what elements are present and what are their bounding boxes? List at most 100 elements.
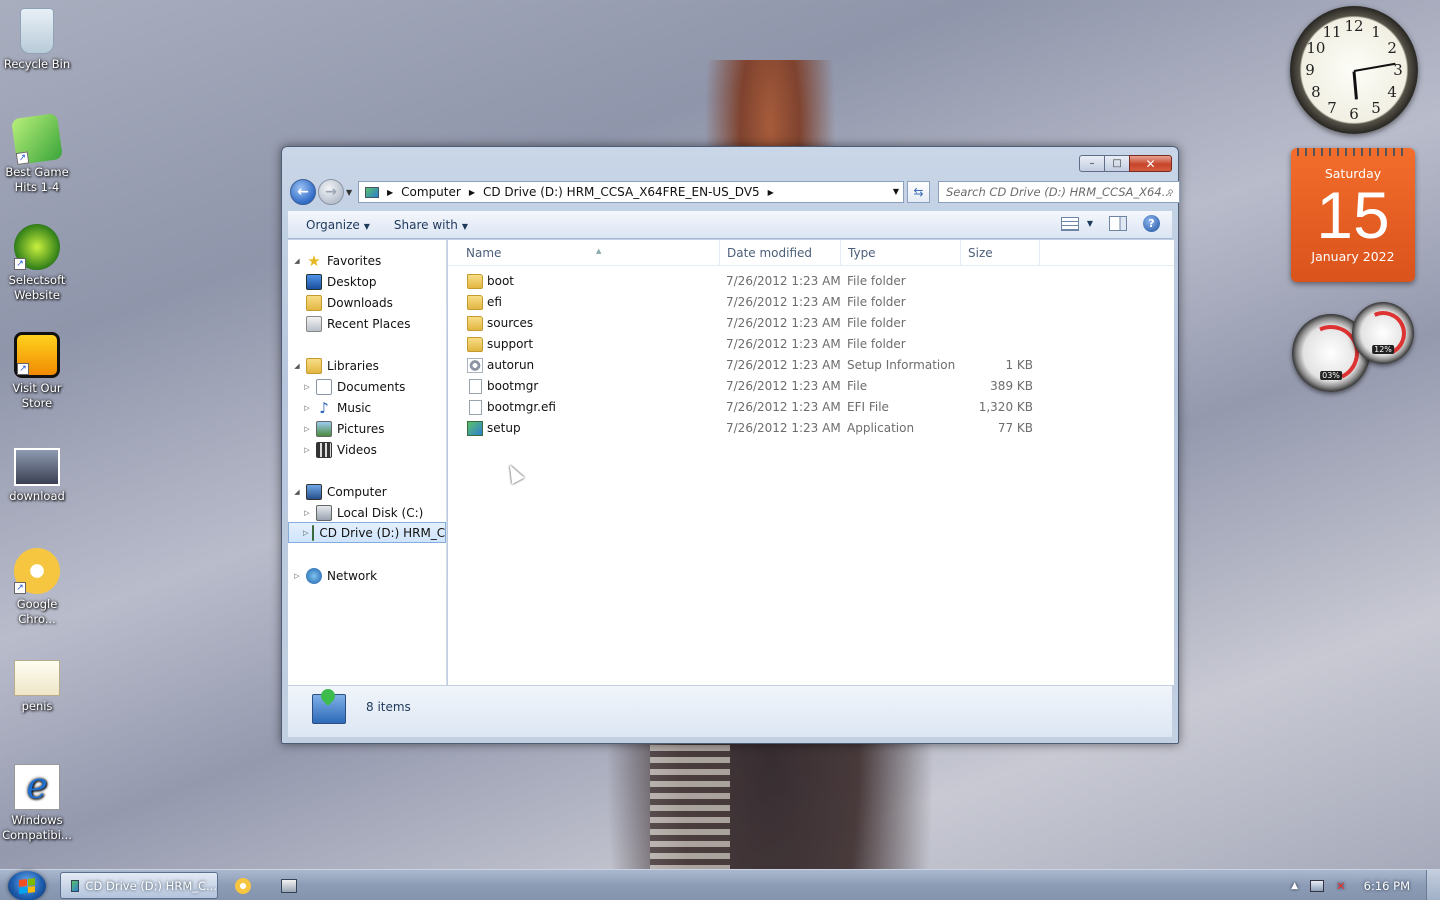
desktop-icon-label: penis — [21, 699, 53, 713]
expand-arrow-icon[interactable]: ▷ — [303, 529, 308, 537]
tree-network[interactable]: ▷ Network — [292, 565, 377, 586]
memory-meter-gadget[interactable]: 12% — [1352, 302, 1414, 364]
minimize-button[interactable]: – — [1079, 155, 1105, 172]
calendar-day: 15 — [1316, 178, 1390, 252]
desktop-icon-visit-store[interactable]: ↗ Visit Our Store — [0, 332, 74, 411]
help-button[interactable]: ? — [1143, 215, 1160, 232]
recent-pages-dropdown[interactable]: ▼ — [346, 188, 352, 197]
taskbar-button-chrome[interactable] — [226, 872, 262, 899]
file-row[interactable]: support 7/26/2012 1:23 AM File folder — [448, 334, 1038, 355]
file-row[interactable]: efi 7/26/2012 1:23 AM File folder — [448, 292, 1038, 313]
calendar-gadget[interactable]: Saturday 15 January 2022 — [1291, 148, 1415, 282]
tree-computer[interactable]: ◢ Computer — [292, 481, 387, 502]
preview-pane-button[interactable] — [1109, 216, 1127, 231]
desktop-icon-windows-compat[interactable]: e Windows Compatibi... — [0, 764, 74, 843]
back-button[interactable]: ← — [290, 179, 316, 205]
search-input[interactable]: Search CD Drive (D:) HRM_CCSA_X64... ⌕ — [938, 181, 1180, 203]
desktop-icon-best-game-hits[interactable]: ↗ Best Game Hits 1-4 — [0, 113, 74, 195]
tree-documents[interactable]: ▷ Documents — [302, 376, 405, 397]
column-header-date-modified[interactable]: Date modified — [720, 240, 841, 266]
clock-gadget[interactable]: 12 1 2 3 4 5 6 7 8 9 10 11 — [1290, 6, 1418, 134]
chevron-down-icon: ▼ — [1086, 219, 1093, 228]
chevron-down-icon: ▼ — [363, 221, 370, 231]
file-date-modified: 7/26/2012 1:23 AM — [726, 400, 841, 414]
search-icon[interactable]: ⌕ — [1167, 184, 1174, 199]
forward-button[interactable]: → — [318, 179, 344, 205]
organize-button[interactable]: Organize ▼ — [306, 218, 370, 232]
start-button[interactable] — [8, 871, 46, 900]
desktop-icon-label: Best Game Hits 1-4 — [5, 165, 69, 194]
expand-arrow-icon[interactable]: ▷ — [302, 425, 312, 433]
column-header-type[interactable]: Type — [841, 240, 961, 266]
breadcrumb-cd-drive[interactable]: CD Drive (D:) HRM_CCSA_X64FRE_EN-US_DV5 — [483, 185, 760, 199]
address-dropdown-icon[interactable]: ▼ — [893, 187, 899, 196]
downloads-folder-icon — [306, 294, 322, 311]
column-header-size[interactable]: Size — [961, 240, 1040, 266]
desktop-icon-selectsoft[interactable]: ↗ Selectsoft Website — [0, 224, 74, 303]
tree-cd-drive[interactable]: ▷ CD Drive (D:) HRM_CCSA_X64FRE_EN-US_DV… — [288, 522, 446, 543]
file-row[interactable]: autorun 7/26/2012 1:23 AM Setup Informatio… — [448, 355, 1038, 376]
show-desktop-button[interactable] — [1426, 870, 1440, 900]
expand-arrow-icon[interactable]: ▷ — [302, 404, 312, 412]
expand-arrow-icon[interactable]: ▷ — [302, 509, 312, 517]
clock-numeral: 2 — [1387, 39, 1397, 57]
tree-recent-places[interactable]: Recent Places — [302, 313, 410, 334]
setup-disc-icon — [312, 694, 346, 724]
file-name: bootmgr — [487, 379, 539, 393]
search-placeholder: Search CD Drive (D:) HRM_CCSA_X64... — [946, 185, 1173, 199]
expand-arrow-icon[interactable]: ▷ — [302, 383, 312, 391]
file-row[interactable]: sources 7/26/2012 1:23 AM File folder — [448, 313, 1038, 334]
tree-label: Pictures — [337, 421, 385, 436]
desktop-icon-label: download — [9, 489, 65, 503]
tree-pictures[interactable]: ▷ Pictures — [302, 418, 385, 439]
application-icon — [467, 421, 483, 436]
music-icon: ♪ — [319, 398, 329, 417]
volume-muted-icon[interactable]: ✕ — [1336, 879, 1346, 893]
file-icon — [469, 379, 482, 394]
file-row[interactable]: setup 7/26/2012 1:23 AM Application 77 KB — [448, 418, 1038, 439]
desktop-icon-penis[interactable]: penis — [0, 660, 74, 714]
file-row[interactable]: bootmgr 7/26/2012 1:23 AM File 389 KB — [448, 376, 1038, 397]
expand-arrow-icon[interactable]: ▷ — [302, 446, 312, 454]
tree-downloads[interactable]: Downloads — [302, 292, 393, 313]
shortcut-arrow-icon: ↗ — [14, 582, 26, 594]
collapse-arrow-icon[interactable]: ◢ — [292, 488, 302, 496]
change-view-button[interactable]: ▼ — [1060, 216, 1093, 231]
taskbar-button-explorer[interactable]: CD Drive (D:) HRM_C... — [60, 872, 218, 899]
tree-favorites[interactable]: ◢ ★ Favorites — [292, 250, 381, 271]
desktop-icon-download[interactable]: download — [0, 448, 74, 504]
expand-arrow-icon[interactable]: ▷ — [292, 572, 302, 580]
file-date-modified: 7/26/2012 1:23 AM — [726, 274, 841, 288]
network-tray-icon[interactable] — [1310, 879, 1325, 892]
taskbar-button-label: CD Drive (D:) HRM_C... — [85, 878, 217, 893]
breadcrumb-separator-icon[interactable]: ▶ — [387, 188, 393, 197]
breadcrumb-computer[interactable]: Computer — [401, 185, 461, 199]
share-with-button[interactable]: Share with ▼ — [394, 218, 468, 232]
maximize-button[interactable]: □ — [1104, 155, 1130, 172]
game-dice-icon: ↗ — [11, 113, 63, 165]
breadcrumb-separator-icon[interactable]: ▶ — [469, 188, 475, 197]
refresh-button[interactable]: ⇆ — [907, 181, 930, 203]
taskbar-button-app[interactable] — [272, 872, 308, 899]
column-header-name[interactable]: Name ▲ — [459, 240, 720, 266]
file-type: File folder — [847, 295, 906, 309]
tree-local-disk[interactable]: ▷ Local Disk (C:) — [302, 502, 423, 523]
close-button[interactable]: ✕ — [1129, 155, 1172, 172]
file-row[interactable]: boot 7/26/2012 1:23 AM File folder — [448, 271, 1038, 292]
desktop-icon-google-chrome[interactable]: ↗ Google Chro... — [0, 548, 74, 627]
breadcrumb-separator-icon[interactable]: ▶ — [768, 188, 774, 197]
address-bar[interactable]: ▶ Computer ▶ CD Drive (D:) HRM_CCSA_X64F… — [358, 181, 904, 203]
clock-time[interactable]: 6:16 PM — [1364, 879, 1410, 893]
tree-videos[interactable]: ▷ Videos — [302, 439, 377, 460]
tree-desktop[interactable]: Desktop — [302, 271, 377, 292]
desktop-icon-recycle-bin[interactable]: Recycle Bin — [0, 8, 74, 72]
show-hidden-icons-button[interactable]: ▲ — [1291, 881, 1298, 891]
selectsoft-icon: ↗ — [14, 224, 60, 270]
tree-libraries[interactable]: ◢ Libraries — [292, 355, 379, 376]
file-row[interactable]: bootmgr.efi 7/26/2012 1:23 AM EFI File 1,32… — [448, 397, 1038, 418]
collapse-arrow-icon[interactable]: ◢ — [292, 362, 302, 370]
explorer-window[interactable]: – □ ✕ ← → ▼ ▶ Computer ▶ CD Drive (D:) H… — [281, 146, 1180, 744]
tree-music[interactable]: ▷ ♪ Music — [302, 397, 371, 418]
clock-numeral: 5 — [1371, 99, 1381, 118]
collapse-arrow-icon[interactable]: ◢ — [292, 257, 302, 265]
